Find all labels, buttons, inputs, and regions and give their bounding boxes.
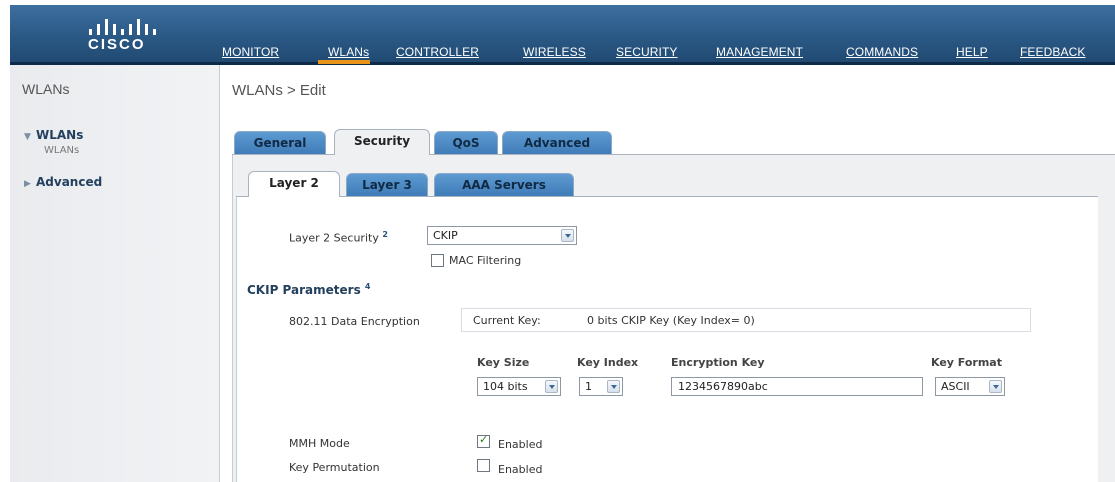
triangle-right-icon: ▶ xyxy=(24,179,31,189)
layer2-panel: Layer 2 Security 2 CKIP MAC Filtering CK… xyxy=(236,197,1098,482)
main-content: WLANs > Edit General Security QoS Advanc… xyxy=(220,65,1115,482)
sidebar-item-advanced[interactable]: ▶ Advanced xyxy=(24,175,102,189)
footnote-marker: 2 xyxy=(382,230,388,239)
nav-controller[interactable]: CONTROLLER xyxy=(396,45,479,59)
key-index-value: 1 xyxy=(585,380,592,393)
subtab-aaa-servers[interactable]: AAA Servers xyxy=(434,173,574,197)
cisco-logo-bars xyxy=(85,15,156,35)
nav-feedback[interactable]: FEEDBACK xyxy=(1020,45,1085,59)
key-permutation-enabled-label: Enabled xyxy=(498,463,543,476)
sidebar-item-label: WLANs xyxy=(36,128,84,142)
mmh-enabled-label: Enabled xyxy=(498,438,543,451)
key-index-select[interactable]: 1 xyxy=(579,377,623,396)
sidebar-item-wlans[interactable]: ▼ WLANs xyxy=(24,128,83,142)
key-permutation-checkbox[interactable] xyxy=(477,459,490,472)
chevron-down-icon xyxy=(561,229,574,242)
main-nav: MONITOR WLANs CONTROLLER WIRELESS SECURI… xyxy=(10,45,1115,63)
mmh-mode-label: MMH Mode xyxy=(289,437,350,450)
encryption-key-input[interactable]: 1234567890abc xyxy=(671,377,923,396)
sidebar-subitem-wlans[interactable]: WLANs xyxy=(44,145,79,156)
subtab-layer3[interactable]: Layer 3 xyxy=(346,173,428,197)
nav-monitor[interactable]: MONITOR xyxy=(222,45,279,59)
sidebar: WLANs ▼ WLANs WLANs ▶ Advanced xyxy=(10,65,220,482)
nav-security[interactable]: SECURITY xyxy=(616,45,677,59)
tab-qos[interactable]: QoS xyxy=(434,131,498,155)
tab-general[interactable]: General xyxy=(234,131,326,155)
sidebar-title: WLANs xyxy=(22,81,70,97)
page-title: WLANs > Edit xyxy=(232,82,326,99)
footnote-marker: 4 xyxy=(364,282,371,291)
data-encryption-label: 802.11 Data Encryption xyxy=(289,315,420,328)
subtab-layer2[interactable]: Layer 2 xyxy=(248,171,340,197)
mmh-mode-checkbox[interactable] xyxy=(477,433,490,448)
chevron-down-icon xyxy=(545,380,558,393)
sidebar-item-label: Advanced xyxy=(36,175,103,189)
key-format-header: Key Format xyxy=(931,356,1002,369)
mac-filtering-checkbox[interactable] xyxy=(431,254,444,267)
nav-help[interactable]: HELP xyxy=(956,45,988,59)
nav-management[interactable]: MANAGEMENT xyxy=(716,45,803,59)
chevron-down-icon xyxy=(607,380,620,393)
layer2-security-select[interactable]: CKIP xyxy=(427,226,577,245)
tab-security[interactable]: Security xyxy=(334,129,430,155)
triangle-down-icon: ▼ xyxy=(24,132,31,142)
encryption-key-header: Encryption Key xyxy=(671,356,765,369)
top-bar: CISCO MONITOR WLANs CONTROLLER WIRELESS … xyxy=(10,5,1115,65)
key-size-header: Key Size xyxy=(477,356,530,369)
mac-filtering-label: MAC Filtering xyxy=(449,254,522,267)
current-key-label: Current Key: xyxy=(473,314,541,327)
key-index-header: Key Index xyxy=(577,356,639,369)
layer2-security-value: CKIP xyxy=(433,229,458,242)
key-size-value: 104 bits xyxy=(483,380,528,393)
layer2-security-label: Layer 2 Security 2 xyxy=(289,230,388,245)
key-format-value: ASCII xyxy=(941,380,970,393)
chevron-down-icon xyxy=(989,380,1002,393)
key-permutation-label: Key Permutation xyxy=(289,461,380,474)
key-size-select[interactable]: 104 bits xyxy=(477,377,561,396)
nav-wireless[interactable]: WIRELESS xyxy=(523,45,586,59)
key-format-select[interactable]: ASCII xyxy=(935,377,1005,396)
nav-wlans[interactable]: WLANs xyxy=(328,45,369,59)
current-key-value: 0 bits CKIP Key (Key Index= 0) xyxy=(587,314,755,327)
ckip-section-title: CKIP Parameters 4 xyxy=(247,282,371,297)
nav-commands[interactable]: COMMANDS xyxy=(846,45,918,59)
tab-advanced[interactable]: Advanced xyxy=(502,131,612,155)
